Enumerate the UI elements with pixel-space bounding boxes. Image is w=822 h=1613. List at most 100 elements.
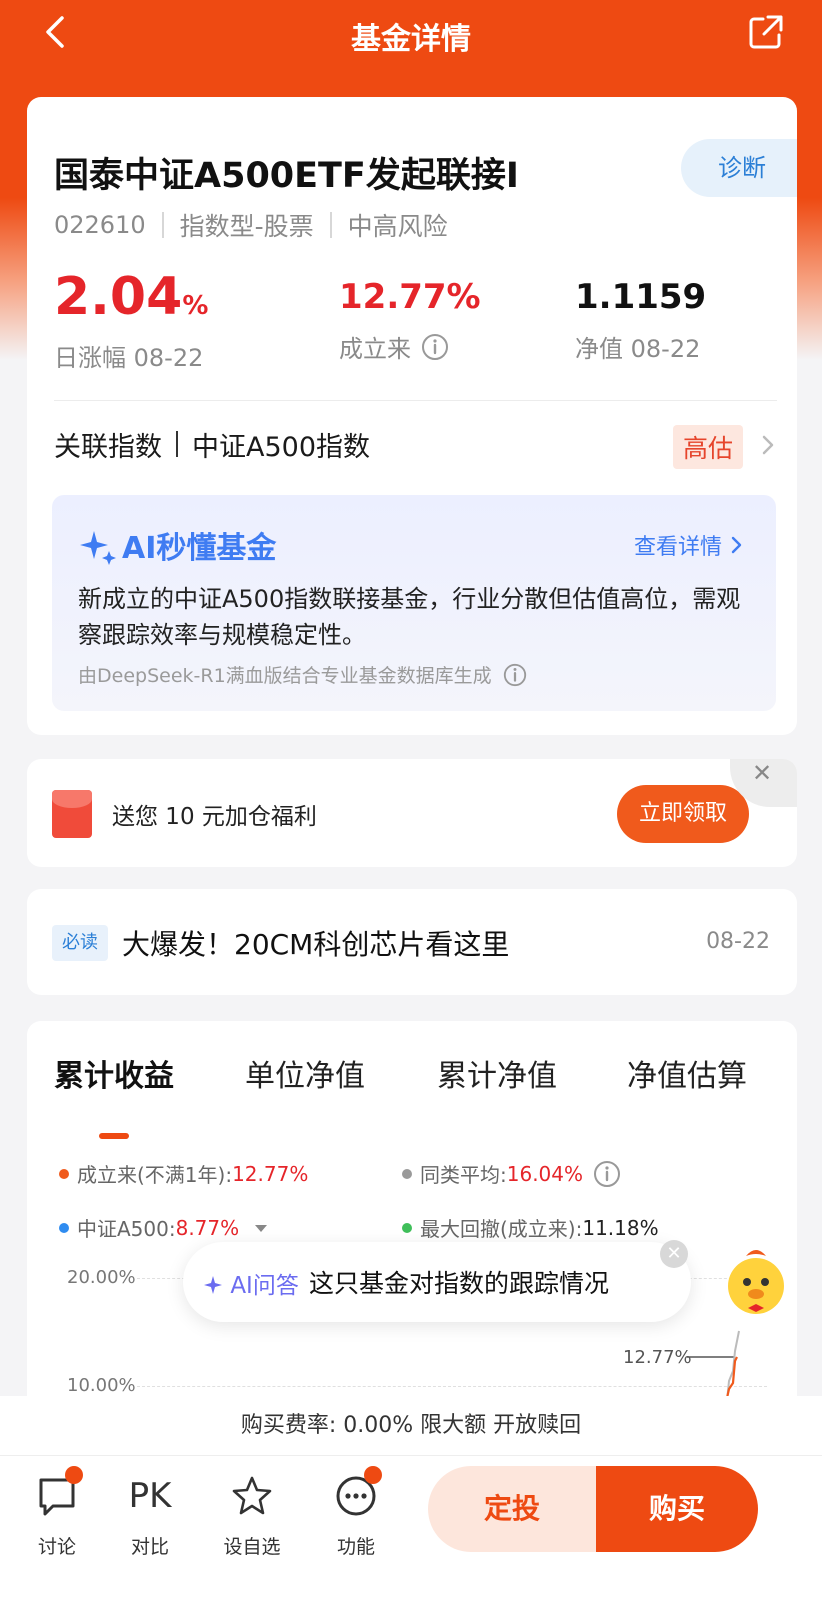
nav-bar: 基金详情 xyxy=(0,0,822,66)
fee-info-bar: 购买费率: 0.00% 限大额 开放赎回 xyxy=(0,1396,822,1456)
related-index-label: 关联指数 xyxy=(54,431,162,463)
fund-summary-card: 国泰中证A500ETF发起联接I 诊断 022610 指数型-股票 中高风险 2… xyxy=(27,97,797,735)
coupon-text: 送您 10 元加仓福利 xyxy=(112,804,317,830)
tab-cumulative-nav[interactable]: 累计净值 xyxy=(437,1051,557,1095)
legend-value: 12.77% xyxy=(232,1161,309,1186)
discuss-button[interactable]: 讨论 xyxy=(17,1466,97,1559)
mascot-avatar-icon[interactable] xyxy=(716,1242,796,1322)
ai-question-bubble[interactable]: AI问答 这只基金对指数的跟踪情况 ✕ xyxy=(183,1240,691,1322)
daily-change-unit: % xyxy=(182,291,209,321)
ai-view-detail-label: 查看详情 xyxy=(633,535,722,560)
more-functions-button[interactable]: 功能 xyxy=(316,1466,396,1559)
tab-unit-nav[interactable]: 单位净值 xyxy=(245,1051,365,1095)
fund-risk: 中高风险 xyxy=(347,212,448,241)
since-inception-value: 12.77% xyxy=(339,277,481,317)
tab-cumulative-return[interactable]: 累计收益 xyxy=(54,1051,174,1095)
ai-view-detail-link[interactable]: 查看详情 xyxy=(634,529,744,561)
info-icon[interactable] xyxy=(502,662,528,688)
legend-label: 同类平均: xyxy=(420,1163,507,1187)
info-icon[interactable] xyxy=(421,333,449,361)
legend-label: 中证A500: xyxy=(77,1217,176,1241)
add-favorite-button[interactable]: 设自选 xyxy=(212,1474,292,1559)
y-tick-label: 20.00% xyxy=(67,1267,136,1288)
chevron-right-icon xyxy=(731,536,742,554)
ai-source-row: 由DeepSeek-R1满血版结合专业基金数据库生成 xyxy=(78,661,528,688)
ai-summary-box: AI秒懂基金 查看详情 新成立的中证A500指数联接基金，行业分散但估值高位，需… xyxy=(52,495,776,711)
page-title: 基金详情 xyxy=(351,22,471,57)
nav-label: 净值 08-22 xyxy=(575,335,701,363)
chevron-right-icon xyxy=(762,435,774,455)
share-icon[interactable] xyxy=(748,14,784,50)
performance-chart-card: 累计收益 单位净值 累计净值 净值估算 成立来(不满1年): 12.77% 同类… xyxy=(27,1021,797,1441)
related-index-row[interactable]: 关联指数 中证A500指数 高估 xyxy=(54,419,777,469)
discuss-icon-wrap xyxy=(35,1466,83,1518)
fund-name: 国泰中证A500ETF发起联接I xyxy=(54,156,519,196)
notification-dot xyxy=(65,1466,83,1484)
star-icon-wrap xyxy=(230,1474,274,1518)
nav-metric: 1.1159 净值 08-22 xyxy=(575,267,706,364)
daily-change-number: 2.04 xyxy=(54,267,183,327)
related-index-name: 中证A500指数 xyxy=(192,431,371,463)
tab-nav-estimate[interactable]: 净值估算 xyxy=(627,1051,747,1095)
chart-annotation: 12.77% xyxy=(623,1347,692,1368)
legend-label: 最大回撤(成立来): xyxy=(420,1217,583,1241)
compare-button[interactable]: PK 对比 xyxy=(110,1474,190,1559)
fund-type: 指数型-股票 xyxy=(179,212,314,241)
nav-value: 1.1159 xyxy=(575,277,707,317)
claim-button[interactable]: 立即领取 xyxy=(617,785,749,843)
compare-label: 对比 xyxy=(130,1536,169,1558)
discuss-label: 讨论 xyxy=(37,1536,76,1558)
legend-max-drawdown: 最大回撤(成立来): 11.18% xyxy=(402,1213,659,1242)
news-date: 08-22 xyxy=(706,929,770,954)
sip-button[interactable]: 定投 xyxy=(428,1466,596,1552)
since-inception-label: 成立来 xyxy=(339,335,411,363)
since-inception-metric: 12.77% 成立来 xyxy=(339,267,481,364)
diagnose-button[interactable]: 诊断 xyxy=(681,139,797,197)
pk-icon: PK xyxy=(128,1476,172,1516)
close-icon[interactable]: ✕ xyxy=(660,1240,688,1268)
fund-code: 022610 xyxy=(54,211,146,239)
sparkle-icon xyxy=(80,531,116,565)
add-favorite-label: 设自选 xyxy=(223,1536,281,1558)
ai-source-text: 由DeepSeek-R1满血版结合专业基金数据库生成 xyxy=(78,665,492,687)
legend-value: 16.04% xyxy=(506,1161,584,1186)
sparkle-icon xyxy=(204,1276,222,1294)
star-icon xyxy=(232,1476,272,1515)
ai-qa-label-text: AI问答 xyxy=(230,1273,299,1299)
coupon-card: 送您 10 元加仓福利 立即领取 ✕ xyxy=(27,759,797,867)
gridline xyxy=(137,1386,767,1387)
red-envelope-icon xyxy=(52,790,92,838)
bottom-action-bar: 讨论 PK 对比 设自选 功能 定投 购买 xyxy=(0,1456,822,1613)
ai-qa-label: AI问答 xyxy=(203,1266,299,1300)
buy-button[interactable]: 购买 xyxy=(596,1466,758,1552)
daily-change-metric: 2.04% 日涨幅 08-22 xyxy=(54,267,208,373)
daily-change-value: 2.04% xyxy=(54,267,208,336)
legend-label: 成立来(不满1年): xyxy=(77,1163,233,1187)
ai-summary-title: AI秒懂基金 xyxy=(122,531,277,566)
info-icon[interactable] xyxy=(593,1160,621,1188)
fund-meta: 022610 指数型-股票 中高风险 xyxy=(54,207,448,243)
legend-dot xyxy=(402,1222,412,1233)
valuation-badge: 高估 xyxy=(672,425,743,469)
meta-divider xyxy=(329,212,332,238)
legend-peer-average: 同类平均: 16.04% xyxy=(402,1159,621,1188)
legend-index[interactable]: 中证A500: 8.77% xyxy=(59,1213,269,1242)
ai-question-text: 这只基金对指数的跟踪情况 xyxy=(309,1269,610,1298)
news-card[interactable]: 必读 大爆发！20CM科创芯片看这里 08-22 xyxy=(27,889,797,995)
legend-value: 8.77% xyxy=(175,1215,240,1240)
caret-down-icon xyxy=(255,1224,268,1232)
more-icon-wrap xyxy=(334,1466,382,1518)
meta-divider xyxy=(161,212,164,238)
divider xyxy=(54,400,777,401)
legend-value: 11.18% xyxy=(582,1215,659,1240)
legend-dot xyxy=(402,1168,412,1179)
more-functions-label: 功能 xyxy=(336,1536,375,1558)
news-title: 大爆发！20CM科创芯片看这里 xyxy=(122,928,510,961)
notification-dot xyxy=(364,1466,382,1484)
legend-since-inception: 成立来(不满1年): 12.77% xyxy=(59,1159,308,1188)
y-tick-label: 10.00% xyxy=(67,1375,136,1396)
must-read-tag: 必读 xyxy=(52,925,108,961)
legend-dot xyxy=(59,1222,69,1233)
legend-dot xyxy=(59,1168,69,1179)
index-divider xyxy=(176,431,178,457)
